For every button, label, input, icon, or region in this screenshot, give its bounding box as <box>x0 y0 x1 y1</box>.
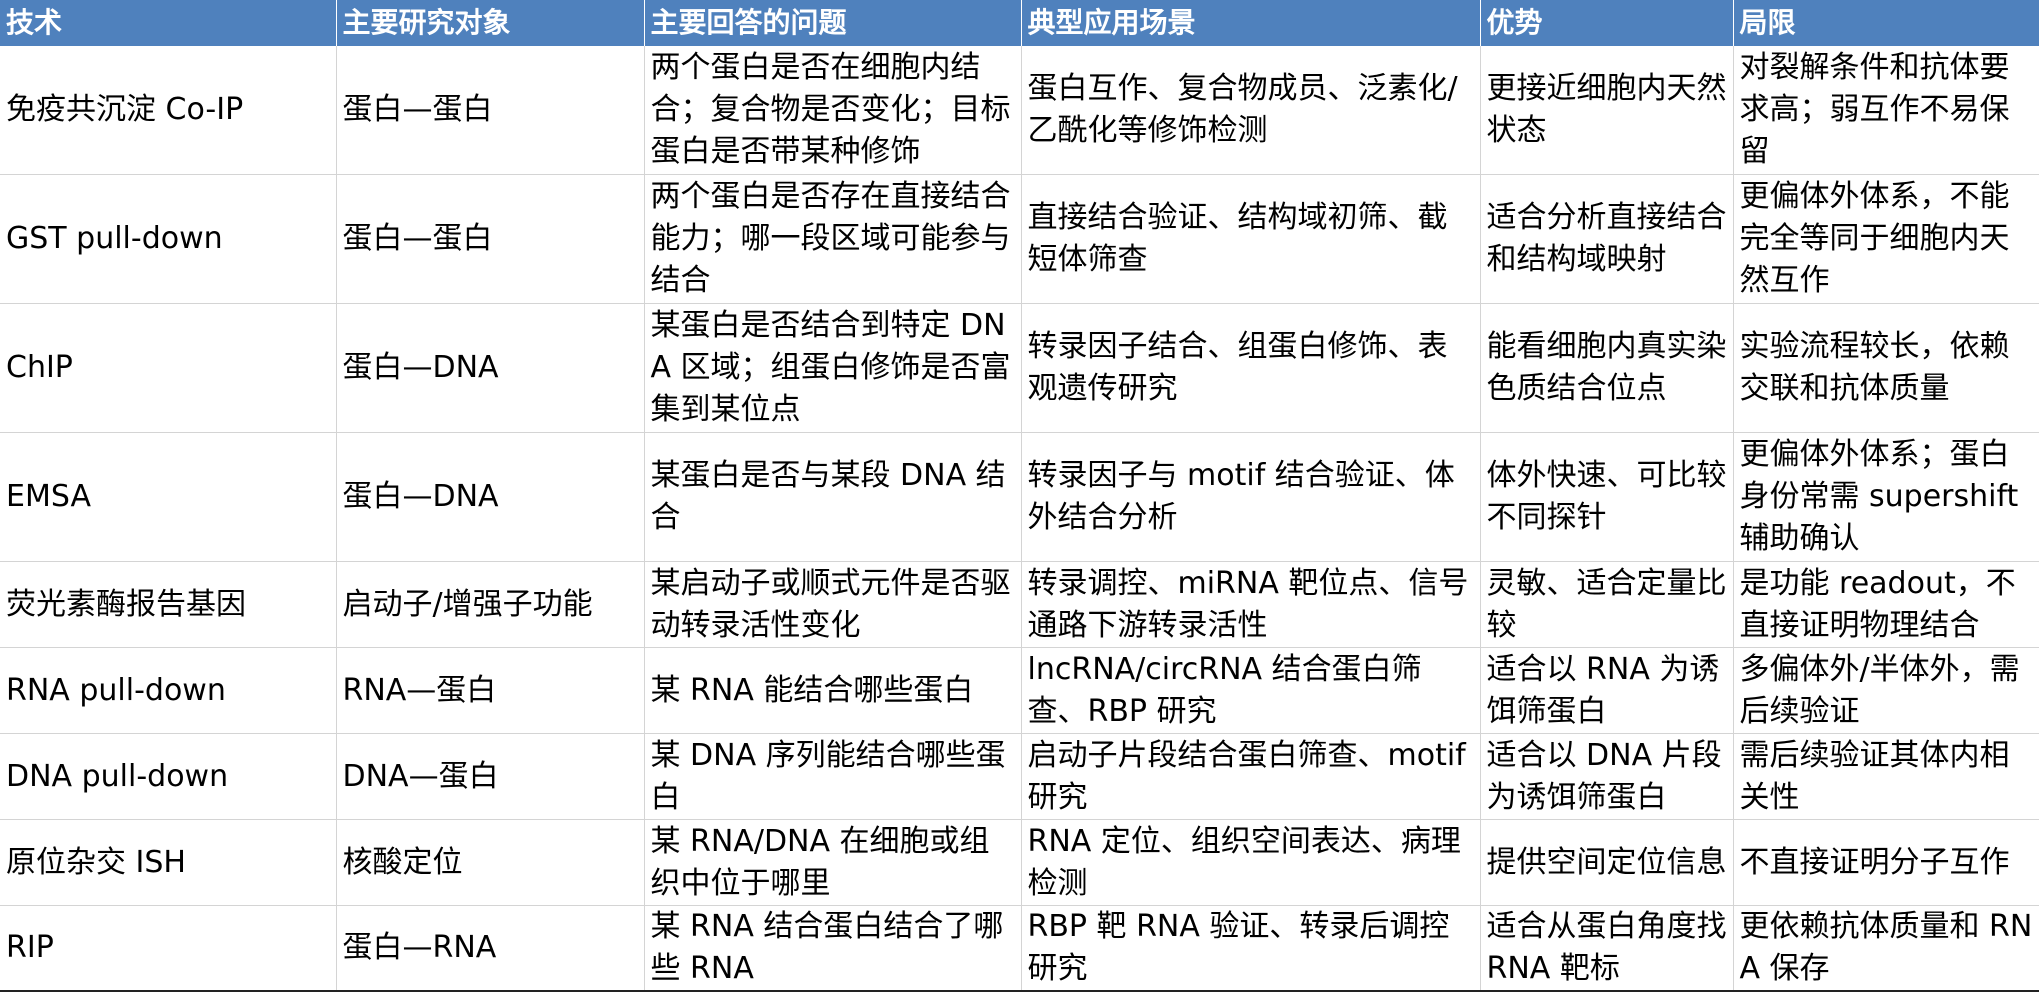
cell-limitation[interactable]: 对裂解条件和抗体要求高；弱互作不易保留 <box>1733 46 2039 175</box>
cell-limitation[interactable]: 是功能 readout，不直接证明物理结合 <box>1733 561 2039 648</box>
cell-application[interactable]: 转录因子与 motif 结合验证、体外结合分析 <box>1021 432 1481 562</box>
cell-application[interactable]: 直接结合验证、结构域初筛、截短体筛查 <box>1021 174 1481 304</box>
cell-advantage[interactable]: 体外快速、可比较不同探针 <box>1480 432 1734 562</box>
cell-technique[interactable]: GST pull-down <box>0 174 337 304</box>
cell-technique[interactable]: RNA pull-down <box>0 647 337 734</box>
table-row: 荧光素酶报告基因 启动子/增强子功能 某启动子或顺式元件是否驱动转录活性变化 转… <box>0 561 2039 648</box>
cell-technique[interactable]: DNA pull-down <box>0 733 337 820</box>
comparison-table: 技术 主要研究对象 主要回答的问题 典型应用场景 优势 局限 免疫共沉淀 Co-… <box>0 0 2039 992</box>
cell-technique[interactable]: 荧光素酶报告基因 <box>0 561 337 648</box>
cell-advantage[interactable]: 更接近细胞内天然状态 <box>1480 46 1734 175</box>
cell-application[interactable]: 转录因子结合、组蛋白修饰、表观遗传研究 <box>1021 303 1481 433</box>
table-row: GST pull-down 蛋白—蛋白 两个蛋白是否存在直接结合能力；哪一段区域… <box>0 174 2039 304</box>
header-application: 典型应用场景 <box>1021 0 1481 46</box>
cell-research-object[interactable]: DNA—蛋白 <box>336 733 645 820</box>
cell-advantage[interactable]: 适合以 DNA 片段为诱饵筛蛋白 <box>1480 733 1734 820</box>
cell-limitation[interactable]: 需后续验证其体内相关性 <box>1733 733 2039 820</box>
cell-question[interactable]: 某蛋白是否结合到特定 DNA 区域；组蛋白修饰是否富集到某位点 <box>644 303 1022 433</box>
table-row: DNA pull-down DNA—蛋白 某 DNA 序列能结合哪些蛋白 启动子… <box>0 733 2039 820</box>
header-row: 技术 主要研究对象 主要回答的问题 典型应用场景 优势 局限 <box>0 0 2039 46</box>
cell-application[interactable]: 转录调控、miRNA 靶位点、信号通路下游转录活性 <box>1021 561 1481 648</box>
header-limitation: 局限 <box>1733 0 2039 46</box>
cell-research-object[interactable]: 蛋白—蛋白 <box>336 174 645 304</box>
cell-question[interactable]: 两个蛋白是否在细胞内结合；复合物是否变化；目标蛋白是否带某种修饰 <box>644 46 1022 175</box>
table-row: EMSA 蛋白—DNA 某蛋白是否与某段 DNA 结合 转录因子与 motif … <box>0 432 2039 562</box>
cell-advantage[interactable]: 灵敏、适合定量比较 <box>1480 561 1734 648</box>
cell-application[interactable]: 启动子片段结合蛋白筛查、motif 研究 <box>1021 733 1481 820</box>
cell-limitation[interactable]: 更依赖抗体质量和 RNA 保存 <box>1733 905 2039 992</box>
cell-technique[interactable]: 免疫共沉淀 Co-IP <box>0 46 337 175</box>
cell-research-object[interactable]: 蛋白—RNA <box>336 905 645 992</box>
cell-research-object[interactable]: 蛋白—蛋白 <box>336 46 645 175</box>
cell-technique[interactable]: 原位杂交 ISH <box>0 819 337 906</box>
cell-question[interactable]: 某蛋白是否与某段 DNA 结合 <box>644 432 1022 562</box>
table-row: 免疫共沉淀 Co-IP 蛋白—蛋白 两个蛋白是否在细胞内结合；复合物是否变化；目… <box>0 46 2039 175</box>
cell-research-object[interactable]: 核酸定位 <box>336 819 645 906</box>
table-row: ChIP 蛋白—DNA 某蛋白是否结合到特定 DNA 区域；组蛋白修饰是否富集到… <box>0 303 2039 433</box>
cell-limitation[interactable]: 更偏体外体系；蛋白身份常需 supershift 辅助确认 <box>1733 432 2039 562</box>
cell-technique[interactable]: RIP <box>0 905 337 992</box>
cell-advantage[interactable]: 提供空间定位信息 <box>1480 819 1734 906</box>
cell-technique[interactable]: EMSA <box>0 432 337 562</box>
table-row: RNA pull-down RNA—蛋白 某 RNA 能结合哪些蛋白 lncRN… <box>0 647 2039 734</box>
cell-application[interactable]: RNA 定位、组织空间表达、病理检测 <box>1021 819 1481 906</box>
cell-research-object[interactable]: 蛋白—DNA <box>336 303 645 433</box>
cell-question[interactable]: 某启动子或顺式元件是否驱动转录活性变化 <box>644 561 1022 648</box>
cell-advantage[interactable]: 能看细胞内真实染色质结合位点 <box>1480 303 1734 433</box>
header-question: 主要回答的问题 <box>644 0 1022 46</box>
header-research-object: 主要研究对象 <box>336 0 645 46</box>
cell-technique[interactable]: ChIP <box>0 303 337 433</box>
cell-limitation[interactable]: 更偏体外体系，不能完全等同于细胞内天然互作 <box>1733 174 2039 304</box>
header-technique: 技术 <box>0 0 337 46</box>
cell-application[interactable]: RBP 靶 RNA 验证、转录后调控研究 <box>1021 905 1481 992</box>
cell-question[interactable]: 两个蛋白是否存在直接结合能力；哪一段区域可能参与结合 <box>644 174 1022 304</box>
cell-question[interactable]: 某 RNA 结合蛋白结合了哪些 RNA <box>644 905 1022 992</box>
cell-advantage[interactable]: 适合以 RNA 为诱饵筛蛋白 <box>1480 647 1734 734</box>
cell-limitation[interactable]: 多偏体外/半体外，需后续验证 <box>1733 647 2039 734</box>
spreadsheet-view: 技术 主要研究对象 主要回答的问题 典型应用场景 优势 局限 免疫共沉淀 Co-… <box>0 0 2039 992</box>
cell-application[interactable]: lncRNA/circRNA 结合蛋白筛查、RBP 研究 <box>1021 647 1481 734</box>
cell-question[interactable]: 某 RNA 能结合哪些蛋白 <box>644 647 1022 734</box>
cell-research-object[interactable]: RNA—蛋白 <box>336 647 645 734</box>
cell-question[interactable]: 某 RNA/DNA 在细胞或组织中位于哪里 <box>644 819 1022 906</box>
cell-limitation[interactable]: 实验流程较长，依赖交联和抗体质量 <box>1733 303 2039 433</box>
cell-question[interactable]: 某 DNA 序列能结合哪些蛋白 <box>644 733 1022 820</box>
cell-application[interactable]: 蛋白互作、复合物成员、泛素化/乙酰化等修饰检测 <box>1021 46 1481 175</box>
cell-advantage[interactable]: 适合从蛋白角度找 RNA 靶标 <box>1480 905 1734 992</box>
cell-research-object[interactable]: 蛋白—DNA <box>336 432 645 562</box>
header-advantage: 优势 <box>1480 0 1734 46</box>
cell-research-object[interactable]: 启动子/增强子功能 <box>336 561 645 648</box>
table-row: 原位杂交 ISH 核酸定位 某 RNA/DNA 在细胞或组织中位于哪里 RNA … <box>0 819 2039 906</box>
cell-limitation[interactable]: 不直接证明分子互作 <box>1733 819 2039 906</box>
table-row: RIP 蛋白—RNA 某 RNA 结合蛋白结合了哪些 RNA RBP 靶 RNA… <box>0 905 2039 992</box>
cell-advantage[interactable]: 适合分析直接结合和结构域映射 <box>1480 174 1734 304</box>
